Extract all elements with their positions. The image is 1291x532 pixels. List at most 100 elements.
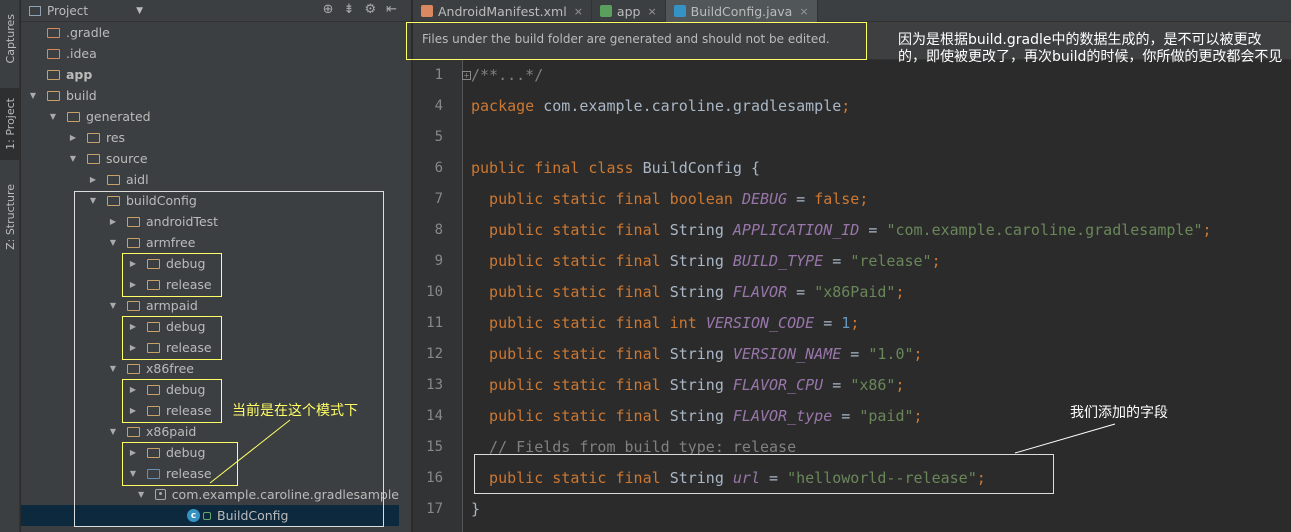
line-number: 13 [426, 377, 443, 393]
tree-item[interactable]: ▼ source [21, 148, 399, 169]
code-token: = [832, 407, 860, 425]
tree-item-label: .idea [66, 46, 97, 61]
line-number: 14 [426, 408, 443, 424]
editor-tab[interactable]: BuildConfig.java × [665, 0, 818, 22]
code-token: "1.0" [868, 345, 914, 363]
close-icon[interactable]: × [647, 5, 656, 18]
code-line[interactable]: public static final String FLAVOR_CPU = … [471, 376, 905, 394]
fold-icon[interactable]: + [462, 71, 471, 80]
gear-icon[interactable]: ⚙ [364, 2, 376, 17]
added-field-highlight-box [474, 454, 1054, 494]
code-line[interactable]: public static final String FLAVOR = "x86… [471, 283, 904, 301]
code-token: public static final int [471, 314, 706, 332]
code-token: public static final [471, 221, 670, 239]
code-token: false; [814, 190, 869, 208]
code-line[interactable]: public static final String BUILD_TYPE = … [471, 252, 941, 270]
code-token: String [669, 345, 733, 363]
code-token: } [471, 500, 481, 518]
code-line[interactable]: public static final int VERSION_CODE = 1… [471, 314, 859, 332]
line-number: 1 [434, 67, 443, 83]
code-token: /**...*/ [471, 66, 544, 84]
code-token: public final class [471, 159, 643, 177]
line-number: 16 [426, 470, 443, 486]
code-line[interactable]: public static final String VERSION_NAME … [471, 345, 923, 363]
code-token: ; [913, 345, 923, 363]
xml-icon [421, 5, 433, 17]
project-view-selector[interactable]: Project [47, 4, 88, 18]
chevron-right-icon[interactable]: ▶ [67, 133, 79, 142]
tree-item-label: aidl [126, 172, 149, 187]
tree-item-label: .gradle [66, 25, 110, 40]
code-token: public static final [471, 283, 670, 301]
armpaid-variants-box [122, 316, 222, 360]
chevron-down-icon[interactable]: ▼ [67, 154, 79, 163]
captures-tool-tab[interactable]: Captures [0, 4, 20, 74]
code-token: public static final [471, 376, 670, 394]
code-token: String [669, 407, 733, 425]
code-token: public static final [471, 407, 670, 425]
code-token: String [669, 252, 733, 270]
code-line[interactable]: public static final boolean DEBUG = fals… [471, 190, 868, 208]
code-token: "release" [850, 252, 932, 270]
close-icon[interactable]: × [574, 5, 583, 18]
folder-icon [47, 90, 60, 101]
chevron-right-icon[interactable]: ▶ [87, 175, 99, 184]
code-token: FLAVOR_CPU [732, 376, 824, 394]
code-token: String [669, 221, 733, 239]
line-number: 12 [426, 346, 443, 362]
code-token: = [841, 345, 869, 363]
code-token: "x86Paid" [814, 283, 896, 301]
tree-item[interactable]: ▼ build [21, 85, 399, 106]
tree-item[interactable]: ▼ generated [21, 106, 399, 127]
tree-item-label: generated [86, 109, 151, 124]
tree-item-label: source [106, 151, 148, 166]
chevron-down-icon[interactable]: ▼ [136, 6, 143, 16]
line-number: 10 [426, 284, 443, 300]
code-line[interactable]: public static final String FLAVOR_type =… [471, 407, 923, 425]
tree-item-label: app [66, 67, 93, 82]
editor-tab[interactable]: AndroidManifest.xml × [413, 0, 592, 22]
tree-item[interactable]: ▶app [21, 64, 399, 85]
locate-file-icon[interactable]: ⊕ [323, 2, 334, 17]
banner-highlight-box [406, 22, 867, 60]
folder-icon [87, 132, 100, 143]
editor-tab[interactable]: app × [592, 0, 666, 22]
chevron-down-icon[interactable]: ▼ [27, 91, 39, 100]
line-number: 15 [426, 439, 443, 455]
folder-icon [87, 153, 100, 164]
code-line[interactable]: public final class BuildConfig { [471, 159, 760, 177]
code-token: APPLICATION_ID [732, 221, 860, 239]
project-panel-header: Project ▼ ⊕ ⇟ ⚙ ⇤ [21, 0, 411, 22]
code-line[interactable]: /**...*/ [471, 66, 543, 84]
hide-panel-icon[interactable]: ⇤ [386, 2, 397, 17]
line-number: 11 [426, 315, 443, 331]
code-token: "x86" [850, 376, 896, 394]
structure-tool-tab[interactable]: Z: Structure [0, 172, 20, 262]
code-token: = [814, 314, 842, 332]
tree-item[interactable]: ▶.idea [21, 43, 399, 64]
code-token: ; [895, 376, 905, 394]
folder-icon [47, 27, 60, 38]
class-icon [673, 5, 686, 17]
code-token: BUILD_TYPE [732, 252, 824, 270]
code-line[interactable]: package com.example.caroline.gradlesampl… [471, 97, 850, 115]
tree-item[interactable]: ▶ res [21, 127, 399, 148]
code-token: = [859, 221, 887, 239]
code-token: String [669, 376, 733, 394]
field-annotation: 我们添加的字段 [1070, 405, 1168, 421]
collapse-all-icon[interactable]: ⇟ [344, 2, 355, 17]
chevron-down-icon[interactable]: ▼ [47, 112, 59, 121]
project-panel-toolbar: ⊕ ⇟ ⚙ ⇤ [323, 2, 397, 17]
code-token: ; [850, 314, 860, 332]
gradle-icon [599, 5, 612, 17]
code-token: 1 [841, 314, 851, 332]
code-line[interactable]: } [471, 500, 480, 518]
tree-item[interactable]: ▶.gradle [21, 22, 399, 43]
project-tool-tab[interactable]: 1: Project [0, 88, 20, 160]
close-icon[interactable]: × [799, 5, 808, 18]
project-view-icon [29, 5, 41, 16]
tree-item[interactable]: ▶ aidl [21, 169, 399, 190]
line-number: 6 [434, 160, 443, 176]
line-number: 9 [434, 253, 443, 269]
code-line[interactable]: public static final String APPLICATION_I… [471, 221, 1212, 239]
